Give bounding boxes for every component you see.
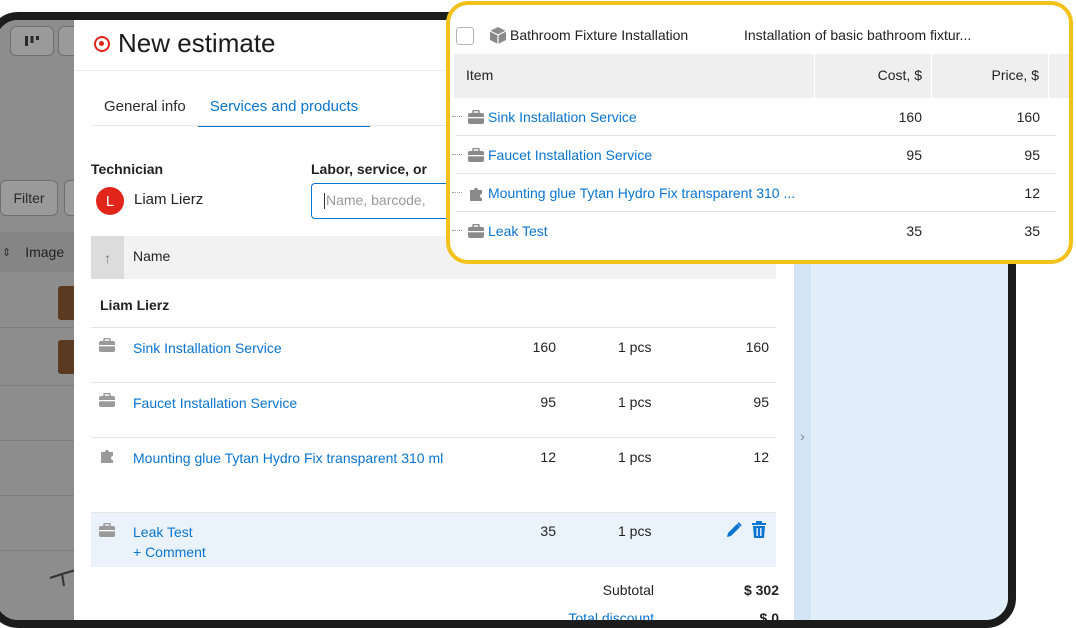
board-view-button[interactable] (10, 26, 54, 56)
column-divider (814, 54, 815, 98)
puzzle-icon (470, 188, 482, 201)
bundle-item-link[interactable]: Sink Installation Service (488, 109, 637, 125)
table-row-selected[interactable]: Leak Test + Comment 35 1 pcs (91, 512, 776, 567)
bundle-item-cost: 95 (906, 147, 922, 163)
subtotal-label: Subtotal (602, 582, 654, 598)
technician-name[interactable]: Liam Lierz (134, 191, 203, 208)
subtotal-value: $ 302 (743, 582, 779, 598)
price-column-header: Price, $ (991, 67, 1039, 83)
column-divider (1048, 54, 1049, 98)
table-row[interactable]: Faucet Installation Service 95 1 pcs 95 (91, 382, 776, 437)
tab-general-info[interactable]: General info (92, 94, 198, 127)
modal-header: New estimate (94, 28, 276, 59)
item-cost: 12 (540, 449, 556, 465)
total-discount-link[interactable]: Total discount (534, 610, 654, 620)
item-quantity[interactable]: 1 pcs (618, 339, 651, 355)
box-icon (490, 27, 506, 44)
bundle-item-row[interactable]: Sink Installation Service 160 160 (452, 98, 1056, 136)
technician-group-label: Liam Lierz (100, 297, 170, 313)
add-comment-link[interactable]: + Comment (133, 543, 206, 562)
bundle-item-row[interactable]: Faucet Installation Service 95 95 (452, 136, 1056, 174)
cost-column-header: Cost, $ (877, 67, 922, 83)
panel-collapse-toggle[interactable]: › (794, 236, 811, 620)
table-row[interactable]: Sink Installation Service 160 1 pcs 160 (91, 327, 776, 382)
sort-toggle-icon[interactable]: ⇕ (2, 246, 11, 259)
bundle-item-link[interactable]: Leak Test (488, 223, 548, 239)
item-name-link[interactable]: Leak Test (133, 523, 193, 542)
search-input[interactable]: Name, barcode, (311, 183, 451, 219)
tab-bar: General info Services and products (92, 94, 371, 127)
discount-value: $ 0 (759, 610, 779, 626)
bundle-item-price: 35 (1024, 223, 1040, 239)
filter-button[interactable]: Filter (0, 180, 58, 216)
toolbox-icon (99, 338, 115, 352)
puzzle-icon (101, 450, 113, 463)
columns-icon (25, 36, 39, 46)
tab-services-and-products[interactable]: Services and products (197, 94, 371, 127)
tree-connector (452, 154, 462, 155)
item-total: 12 (753, 449, 769, 465)
item-name-link[interactable]: Mounting glue Tytan Hydro Fix transparen… (133, 449, 453, 468)
item-quantity[interactable]: 1 pcs (618, 394, 651, 410)
item-total: 95 (753, 394, 769, 410)
tree-connector (452, 192, 462, 193)
toolbox-icon (468, 110, 484, 124)
item-quantity[interactable]: 1 pcs (618, 449, 651, 465)
callout-table-header: Item Cost, $ Price, $ (454, 54, 1069, 98)
toolbox-icon (468, 148, 484, 162)
filter-label: Filter (13, 190, 45, 206)
bundle-item-price: 160 (1016, 109, 1040, 125)
item-cost: 35 (540, 523, 556, 539)
bundle-description: Installation of basic bathroom fixtur... (744, 27, 972, 43)
target-icon (94, 35, 110, 52)
search-placeholder: Name, barcode, (326, 192, 426, 208)
technician-label: Technician (91, 161, 164, 177)
toolbox-icon (468, 224, 484, 238)
tree-connector (452, 116, 462, 117)
item-cost: 160 (532, 339, 556, 355)
bundle-checkbox[interactable] (456, 27, 474, 45)
trash-icon[interactable] (751, 521, 767, 539)
item-cost: 95 (540, 394, 556, 410)
side-panel (811, 236, 1008, 620)
bundle-item-link[interactable]: Mounting glue Tytan Hydro Fix transparen… (488, 185, 795, 201)
bundle-item-cost: 35 (906, 223, 922, 239)
bundle-item-row[interactable]: Leak Test 35 35 (452, 212, 1056, 250)
table-row[interactable]: Mounting glue Tytan Hydro Fix transparen… (91, 437, 776, 512)
bundle-item-cost: 160 (898, 109, 922, 125)
search-label: Labor, service, or (311, 161, 427, 177)
item-quantity[interactable]: 1 pcs (618, 523, 651, 539)
pencil-icon[interactable] (725, 521, 743, 539)
avatar: L (96, 187, 124, 215)
page-title: New estimate (118, 28, 276, 58)
item-total: 160 (745, 339, 769, 355)
item-column-header: Item (466, 67, 494, 83)
screenshot-frame: Filter C ⇕ Image New estimate (0, 0, 1073, 628)
column-divider (931, 54, 932, 98)
sort-arrow-icon[interactable]: ↑ (91, 236, 124, 279)
row-actions (725, 521, 767, 539)
toolbox-icon (99, 393, 115, 407)
image-column-header: Image (25, 244, 65, 260)
chevron-right-icon: › (800, 428, 805, 444)
bundle-item-link[interactable]: Faucet Installation Service (488, 147, 652, 163)
bundle-item-row[interactable]: Mounting glue Tytan Hydro Fix transparen… (452, 174, 1056, 212)
bundle-detail-callout: Bathroom Fixture Installation Installati… (446, 1, 1073, 264)
text-caret (324, 193, 325, 210)
item-name-link[interactable]: Sink Installation Service (133, 339, 282, 358)
bundle-name[interactable]: Bathroom Fixture Installation (510, 27, 688, 43)
name-column-header[interactable]: Name (133, 248, 170, 264)
toolbox-icon (99, 523, 115, 537)
tree-connector (452, 230, 462, 231)
bundle-item-price: 12 (1024, 185, 1040, 201)
item-name-link[interactable]: Faucet Installation Service (133, 394, 297, 413)
bundle-item-price: 95 (1024, 147, 1040, 163)
